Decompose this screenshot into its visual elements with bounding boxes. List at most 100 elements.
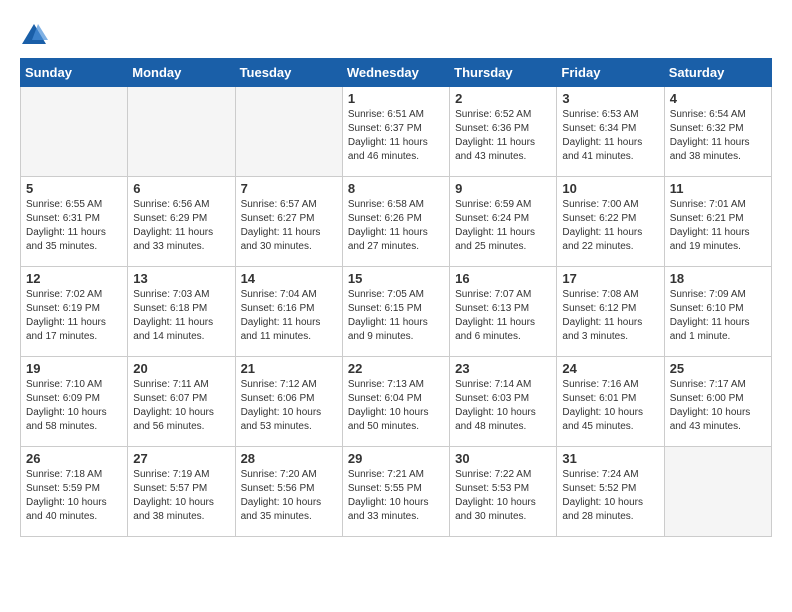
day-number: 31 — [562, 451, 658, 466]
day-cell: 25 Sunrise: 7:17 AM Sunset: 6:00 PM Dayli… — [664, 357, 771, 447]
weekday-header-friday: Friday — [557, 59, 664, 87]
day-cell: 21 Sunrise: 7:12 AM Sunset: 6:06 PM Dayli… — [235, 357, 342, 447]
day-cell: 17 Sunrise: 7:08 AM Sunset: 6:12 PM Dayli… — [557, 267, 664, 357]
week-row-3: 12Sunrise: 7:02 AM Sunset: 6:19 PM Dayli… — [21, 267, 772, 357]
day-cell: 30 Sunrise: 7:22 AM Sunset: 5:53 PM Dayli… — [450, 447, 557, 537]
day-number: 6 — [133, 181, 229, 196]
day-cell: 15 Sunrise: 7:05 AM Sunset: 6:15 PM Dayli… — [342, 267, 449, 357]
day-number: 13 — [133, 271, 229, 286]
day-cell — [664, 447, 771, 537]
day-info: Sunrise: 7:14 AM Sunset: 6:03 PM Dayligh… — [455, 378, 551, 434]
day-cell: 14 Sunrise: 7:04 AM Sunset: 6:16 PM Dayli… — [235, 267, 342, 357]
day-cell: 26 Sunrise: 7:18 AM Sunset: 5:59 PM Dayli… — [21, 447, 128, 537]
calendar: SundayMondayTuesdayWednesdayThursdayFrid… — [20, 58, 772, 537]
day-info: Sunrise: 7:02 AM Sunset: 6:19 PM Dayligh… — [26, 288, 122, 344]
day-cell: 10Sunrise: 7:00 AM Sunset: 6:22 PM Dayli… — [557, 177, 664, 267]
day-cell — [235, 87, 342, 177]
day-info: Sunrise: 7:19 AM Sunset: 5:57 PM Dayligh… — [133, 468, 229, 524]
day-info: Sunrise: 6:56 AM Sunset: 6:29 PM Dayligh… — [133, 198, 229, 254]
day-cell: 31 Sunrise: 7:24 AM Sunset: 5:52 PM Dayli… — [557, 447, 664, 537]
day-info: Sunrise: 7:00 AM Sunset: 6:22 PM Dayligh… — [562, 198, 658, 254]
day-cell: 2Sunrise: 6:52 AM Sunset: 6:36 PM Daylig… — [450, 87, 557, 177]
week-row-1: 1 Sunrise: 6:51 AM Sunset: 6:37 PM Daylig… — [21, 87, 772, 177]
day-cell: 6 Sunrise: 6:56 AM Sunset: 6:29 PM Daylig… — [128, 177, 235, 267]
day-info: Sunrise: 6:57 AM Sunset: 6:27 PM Dayligh… — [241, 198, 337, 254]
page-header — [20, 20, 772, 48]
day-number: 14 — [241, 271, 337, 286]
weekday-header-saturday: Saturday — [664, 59, 771, 87]
day-number: 15 — [348, 271, 444, 286]
day-number: 11 — [670, 181, 766, 196]
day-cell: 13Sunrise: 7:03 AM Sunset: 6:18 PM Dayli… — [128, 267, 235, 357]
day-number: 26 — [26, 451, 122, 466]
day-number: 5 — [26, 181, 122, 196]
day-info: Sunrise: 7:17 AM Sunset: 6:00 PM Dayligh… — [670, 378, 766, 434]
day-cell: 1 Sunrise: 6:51 AM Sunset: 6:37 PM Daylig… — [342, 87, 449, 177]
day-info: Sunrise: 7:11 AM Sunset: 6:07 PM Dayligh… — [133, 378, 229, 434]
day-info: Sunrise: 7:20 AM Sunset: 5:56 PM Dayligh… — [241, 468, 337, 524]
day-cell: 28 Sunrise: 7:20 AM Sunset: 5:56 PM Dayli… — [235, 447, 342, 537]
day-cell: 7 Sunrise: 6:57 AM Sunset: 6:27 PM Daylig… — [235, 177, 342, 267]
day-info: Sunrise: 7:16 AM Sunset: 6:01 PM Dayligh… — [562, 378, 658, 434]
day-number: 7 — [241, 181, 337, 196]
day-number: 16 — [455, 271, 551, 286]
day-cell: 20 Sunrise: 7:11 AM Sunset: 6:07 PM Dayli… — [128, 357, 235, 447]
day-number: 30 — [455, 451, 551, 466]
day-number: 25 — [670, 361, 766, 376]
day-cell: 4Sunrise: 6:54 AM Sunset: 6:32 PM Daylig… — [664, 87, 771, 177]
day-cell: 18Sunrise: 7:09 AM Sunset: 6:10 PM Dayli… — [664, 267, 771, 357]
day-info: Sunrise: 7:18 AM Sunset: 5:59 PM Dayligh… — [26, 468, 122, 524]
day-number: 29 — [348, 451, 444, 466]
day-info: Sunrise: 7:12 AM Sunset: 6:06 PM Dayligh… — [241, 378, 337, 434]
day-cell: 19 Sunrise: 7:10 AM Sunset: 6:09 PM Dayli… — [21, 357, 128, 447]
logo — [20, 20, 52, 48]
day-number: 21 — [241, 361, 337, 376]
day-info: Sunrise: 7:10 AM Sunset: 6:09 PM Dayligh… — [26, 378, 122, 434]
day-number: 9 — [455, 181, 551, 196]
day-cell: 16 Sunrise: 7:07 AM Sunset: 6:13 PM Dayli… — [450, 267, 557, 357]
day-cell: 23Sunrise: 7:14 AM Sunset: 6:03 PM Dayli… — [450, 357, 557, 447]
day-number: 22 — [348, 361, 444, 376]
day-info: Sunrise: 6:52 AM Sunset: 6:36 PM Dayligh… — [455, 108, 551, 164]
day-cell: 12Sunrise: 7:02 AM Sunset: 6:19 PM Dayli… — [21, 267, 128, 357]
day-info: Sunrise: 7:13 AM Sunset: 6:04 PM Dayligh… — [348, 378, 444, 434]
day-cell: 29 Sunrise: 7:21 AM Sunset: 5:55 PM Dayli… — [342, 447, 449, 537]
day-number: 19 — [26, 361, 122, 376]
day-info: Sunrise: 7:04 AM Sunset: 6:16 PM Dayligh… — [241, 288, 337, 344]
day-cell: 9 Sunrise: 6:59 AM Sunset: 6:24 PM Daylig… — [450, 177, 557, 267]
day-info: Sunrise: 7:05 AM Sunset: 6:15 PM Dayligh… — [348, 288, 444, 344]
day-cell: 11Sunrise: 7:01 AM Sunset: 6:21 PM Dayli… — [664, 177, 771, 267]
day-number: 20 — [133, 361, 229, 376]
day-cell: 5 Sunrise: 6:55 AM Sunset: 6:31 PM Daylig… — [21, 177, 128, 267]
day-number: 28 — [241, 451, 337, 466]
day-info: Sunrise: 7:21 AM Sunset: 5:55 PM Dayligh… — [348, 468, 444, 524]
logo-icon — [20, 20, 48, 48]
day-cell: 24 Sunrise: 7:16 AM Sunset: 6:01 PM Dayli… — [557, 357, 664, 447]
week-row-4: 19 Sunrise: 7:10 AM Sunset: 6:09 PM Dayli… — [21, 357, 772, 447]
day-number: 4 — [670, 91, 766, 106]
day-cell — [21, 87, 128, 177]
day-number: 17 — [562, 271, 658, 286]
day-info: Sunrise: 6:58 AM Sunset: 6:26 PM Dayligh… — [348, 198, 444, 254]
day-info: Sunrise: 6:59 AM Sunset: 6:24 PM Dayligh… — [455, 198, 551, 254]
week-row-5: 26 Sunrise: 7:18 AM Sunset: 5:59 PM Dayli… — [21, 447, 772, 537]
day-info: Sunrise: 7:24 AM Sunset: 5:52 PM Dayligh… — [562, 468, 658, 524]
weekday-header-thursday: Thursday — [450, 59, 557, 87]
weekday-header-monday: Monday — [128, 59, 235, 87]
day-info: Sunrise: 6:55 AM Sunset: 6:31 PM Dayligh… — [26, 198, 122, 254]
day-info: Sunrise: 7:08 AM Sunset: 6:12 PM Dayligh… — [562, 288, 658, 344]
day-info: Sunrise: 6:51 AM Sunset: 6:37 PM Dayligh… — [348, 108, 444, 164]
day-cell: 3Sunrise: 6:53 AM Sunset: 6:34 PM Daylig… — [557, 87, 664, 177]
week-row-2: 5 Sunrise: 6:55 AM Sunset: 6:31 PM Daylig… — [21, 177, 772, 267]
day-number: 8 — [348, 181, 444, 196]
day-cell: 8 Sunrise: 6:58 AM Sunset: 6:26 PM Daylig… — [342, 177, 449, 267]
day-cell: 22 Sunrise: 7:13 AM Sunset: 6:04 PM Dayli… — [342, 357, 449, 447]
day-info: Sunrise: 7:22 AM Sunset: 5:53 PM Dayligh… — [455, 468, 551, 524]
weekday-header-row: SundayMondayTuesdayWednesdayThursdayFrid… — [21, 59, 772, 87]
day-info: Sunrise: 7:07 AM Sunset: 6:13 PM Dayligh… — [455, 288, 551, 344]
day-info: Sunrise: 7:09 AM Sunset: 6:10 PM Dayligh… — [670, 288, 766, 344]
day-number: 1 — [348, 91, 444, 106]
day-cell: 27Sunrise: 7:19 AM Sunset: 5:57 PM Dayli… — [128, 447, 235, 537]
day-number: 24 — [562, 361, 658, 376]
day-cell — [128, 87, 235, 177]
